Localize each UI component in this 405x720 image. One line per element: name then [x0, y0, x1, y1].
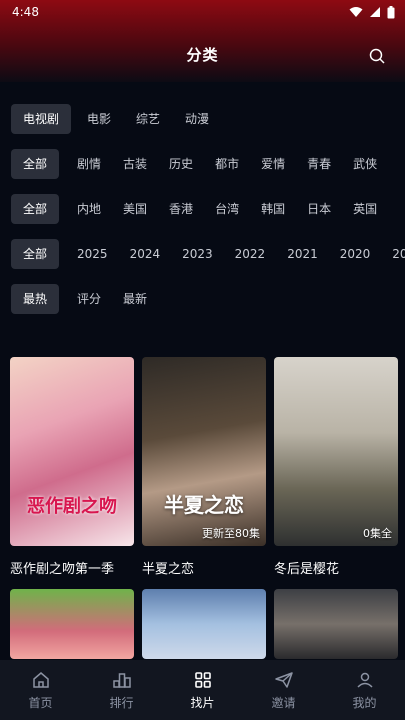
filter-row-year: 全部 2025 2024 2023 2022 2021 2020 2019: [0, 231, 405, 276]
episode-badge: 更新至80集: [202, 527, 260, 540]
header: 4:48 分类: [0, 0, 405, 82]
poster-title-art: 恶作剧之吻: [27, 496, 117, 517]
tab-label: 找片: [190, 695, 215, 710]
filter-genre-option[interactable]: 爱情: [261, 155, 285, 172]
filter-genre-option[interactable]: 剧情: [77, 155, 101, 172]
page-title: 分类: [186, 46, 219, 64]
video-card[interactable]: 0集全 冬后是樱花: [274, 357, 398, 577]
card-title[interactable]: 冬后是樱花: [274, 558, 398, 577]
bottom-tab-bar: 首页 排行 找片 邀请 我的: [0, 660, 405, 720]
filter-year-option[interactable]: 2022: [235, 247, 266, 261]
poster-image[interactable]: 0集全: [274, 357, 398, 546]
status-time: 4:48: [12, 5, 39, 19]
filter-type-variety[interactable]: 综艺: [136, 110, 160, 127]
video-card[interactable]: [142, 589, 266, 659]
results-grid: 恶作剧之吻 恶作剧之吻第一季 半夏之恋 更新至80集 半夏之恋 0集全 冬后是樱…: [10, 357, 400, 659]
filter-year-option[interactable]: 2020: [340, 247, 371, 261]
filter-year-option[interactable]: 2021: [287, 247, 318, 261]
filter-panel: 电视剧 电影 综艺 动漫 全部 剧情 古装 历史 都市 爱情 青春 武侠 全部 …: [0, 96, 405, 321]
poster-title-art: 半夏之恋: [164, 493, 244, 517]
filter-region-option[interactable]: 英国: [353, 200, 377, 217]
filter-genre-option[interactable]: 古装: [123, 155, 147, 172]
filter-region-option[interactable]: 美国: [123, 200, 147, 217]
tab-invite[interactable]: 邀请: [243, 670, 324, 711]
filter-year-option[interactable]: 2024: [130, 247, 161, 261]
filter-genre-option[interactable]: 历史: [169, 155, 193, 172]
video-card[interactable]: 恶作剧之吻 恶作剧之吻第一季: [10, 357, 134, 577]
home-icon: [32, 671, 49, 688]
filter-row-region: 全部 内地 美国 香港 台湾 韩国 日本 英国: [0, 186, 405, 231]
card-title[interactable]: 恶作剧之吻第一季: [10, 558, 134, 577]
tab-home[interactable]: 首页: [0, 670, 81, 711]
video-card[interactable]: [10, 589, 134, 659]
filter-type-movie[interactable]: 电影: [87, 110, 111, 127]
filter-row-genre: 全部 剧情 古装 历史 都市 爱情 青春 武侠: [0, 141, 405, 186]
filter-row-type: 电视剧 电影 综艺 动漫: [0, 96, 405, 141]
filter-year-option[interactable]: 2019: [392, 247, 405, 261]
card-title[interactable]: 半夏之恋: [142, 558, 266, 577]
tab-profile[interactable]: 我的: [324, 670, 405, 711]
filter-sort-rating[interactable]: 评分: [77, 290, 101, 307]
filter-sort-hot[interactable]: 最热: [11, 283, 60, 314]
filter-row-sort: 最热 评分 最新: [0, 276, 405, 321]
poster-image[interactable]: [10, 589, 134, 659]
tab-ranking[interactable]: 排行: [81, 670, 162, 711]
poster-image[interactable]: 半夏之恋 更新至80集: [142, 357, 266, 546]
tab-label: 首页: [28, 695, 53, 710]
tab-label: 排行: [109, 695, 134, 710]
filter-region-all[interactable]: 全部: [11, 193, 60, 224]
filter-type-tv[interactable]: 电视剧: [11, 103, 72, 134]
search-button[interactable]: [367, 46, 387, 66]
filter-genre-option[interactable]: 都市: [215, 155, 239, 172]
filter-region-option[interactable]: 内地: [77, 200, 101, 217]
video-card[interactable]: 半夏之恋 更新至80集 半夏之恋: [142, 357, 266, 577]
poster-image[interactable]: [142, 589, 266, 659]
filter-type-anime[interactable]: 动漫: [185, 110, 209, 127]
search-icon: [369, 48, 385, 64]
poster-image[interactable]: 恶作剧之吻: [10, 357, 134, 546]
filter-region-option[interactable]: 韩国: [261, 200, 285, 217]
battery-icon: [387, 5, 395, 18]
filter-year-option[interactable]: 2025: [77, 247, 108, 261]
tab-label: 邀请: [271, 695, 296, 710]
status-bar: 4:48: [0, 0, 405, 24]
tab-find[interactable]: 找片: [162, 670, 243, 711]
filter-year-all[interactable]: 全部: [11, 238, 60, 269]
status-icons: [349, 5, 395, 19]
filter-region-option[interactable]: 香港: [169, 200, 193, 217]
filter-year-option[interactable]: 2023: [182, 247, 213, 261]
poster-image[interactable]: [274, 589, 398, 659]
ranking-icon: [112, 672, 131, 688]
user-icon: [356, 672, 373, 688]
tab-label: 我的: [352, 695, 377, 710]
filter-genre-all[interactable]: 全部: [11, 148, 60, 179]
filter-region-option[interactable]: 台湾: [215, 200, 239, 217]
filter-sort-latest[interactable]: 最新: [123, 290, 147, 307]
send-icon: [274, 671, 293, 688]
grid-icon: [194, 671, 211, 688]
filter-region-option[interactable]: 日本: [307, 200, 331, 217]
signal-icon: [370, 7, 380, 17]
filter-genre-option[interactable]: 武侠: [353, 155, 377, 172]
wifi-icon: [349, 7, 363, 17]
episode-badge: 0集全: [363, 527, 392, 540]
filter-genre-option[interactable]: 青春: [307, 155, 331, 172]
video-card[interactable]: [274, 589, 398, 659]
